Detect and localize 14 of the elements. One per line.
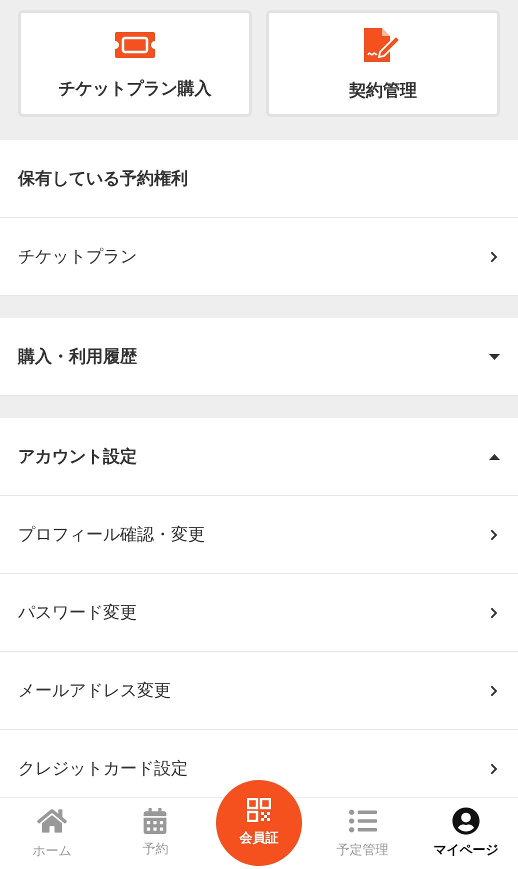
chevron-right-icon	[488, 762, 500, 774]
shortcut-card[interactable]: 契約管理	[266, 10, 500, 117]
list-icon	[348, 807, 377, 836]
nav-tab[interactable]: マイページ	[414, 798, 518, 869]
ticket-icon	[114, 30, 156, 60]
chevron-right-icon	[488, 606, 500, 618]
user-icon	[452, 807, 480, 836]
shortcut-card[interactable]: チケットプラン購入	[18, 10, 252, 117]
chevron-right-icon	[488, 684, 500, 696]
section-header[interactable]: 購入・利用履歴	[0, 318, 518, 396]
chevron-right-icon	[488, 250, 500, 262]
calendar-icon	[142, 808, 168, 834]
qr-code-icon	[246, 798, 271, 822]
chevron-right-icon	[488, 528, 500, 540]
